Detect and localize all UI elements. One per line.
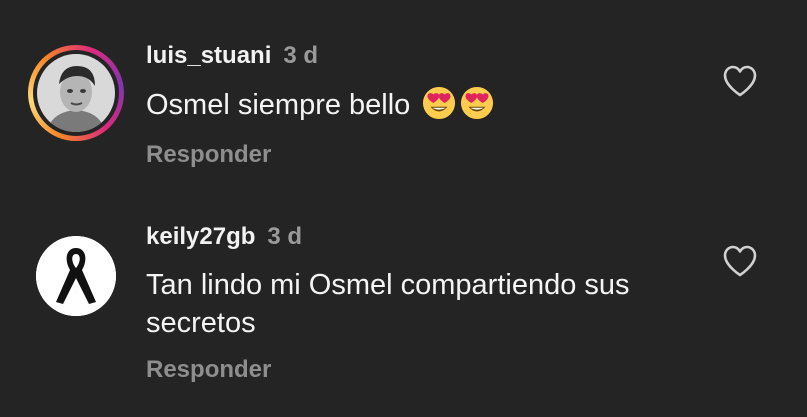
timestamp: 3 d	[267, 223, 303, 250]
comment-text: Tan lindo mi Osmel compartiendo sus secr…	[146, 266, 706, 342]
comment-meta: keily27gb 3 d	[146, 223, 302, 251]
mourning-ribbon-image: ...	[36, 236, 116, 316]
heart-outline-icon[interactable]	[722, 244, 758, 278]
username[interactable]: keily27gb	[146, 223, 255, 250]
reply-button[interactable]: Responder	[146, 356, 271, 384]
comment-body: Tan lindo mi Osmel compartiendo sus secr…	[146, 269, 630, 339]
comment-item: ... keily27gb 3 d Tan lindo mi Osmel comp…	[0, 0, 807, 417]
avatar[interactable]: ...	[36, 236, 116, 316]
